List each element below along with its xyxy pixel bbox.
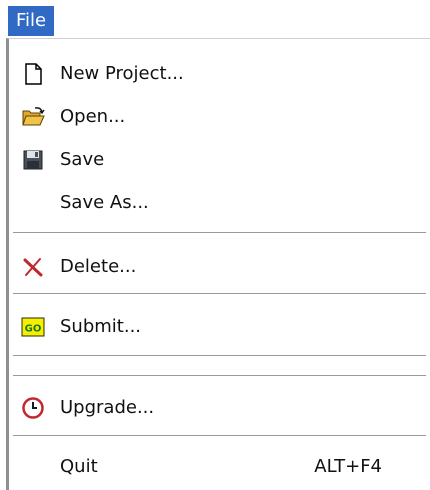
go-icon: GO	[21, 315, 45, 339]
menu-separator	[13, 293, 426, 295]
menu-item-label: Save As...	[60, 192, 149, 213]
menu-item-label: Quit	[60, 456, 98, 477]
menu-item-label: Delete...	[60, 256, 137, 277]
menu-item-label: New Project...	[60, 63, 184, 84]
clock-icon	[21, 396, 45, 420]
new-document-icon	[21, 62, 45, 86]
menu-bar: File	[0, 0, 430, 40]
menu-separator	[13, 435, 426, 437]
floppy-disk-icon	[21, 148, 45, 172]
menu-item-label: Open...	[60, 106, 126, 127]
open-folder-icon	[21, 105, 45, 129]
file-dropdown-menu: New Project... Open... Save Save As... D…	[6, 38, 430, 490]
menu-item-quit[interactable]: Quit ALT+F4	[9, 447, 428, 487]
menu-item-new-project[interactable]: New Project...	[9, 54, 428, 94]
go-icon-text: GO	[25, 324, 42, 335]
quit-shortcut: ALT+F4	[314, 456, 382, 477]
file-menu[interactable]: File	[8, 6, 55, 36]
menu-separator	[13, 355, 426, 357]
delete-x-icon	[21, 255, 45, 279]
menu-item-delete[interactable]: Delete...	[9, 247, 428, 287]
menu-item-label: Upgrade...	[60, 397, 155, 418]
menu-separator	[13, 232, 426, 234]
menu-item-label: Save	[60, 149, 105, 170]
menu-item-upgrade[interactable]: Upgrade...	[9, 388, 428, 428]
menu-item-submit[interactable]: GO Submit...	[9, 307, 428, 347]
menu-item-save[interactable]: Save	[9, 140, 428, 180]
menu-item-open[interactable]: Open...	[9, 97, 428, 137]
menu-item-label: Submit...	[60, 316, 142, 337]
menu-separator	[13, 375, 426, 377]
menu-item-save-as[interactable]: Save As...	[9, 183, 428, 223]
